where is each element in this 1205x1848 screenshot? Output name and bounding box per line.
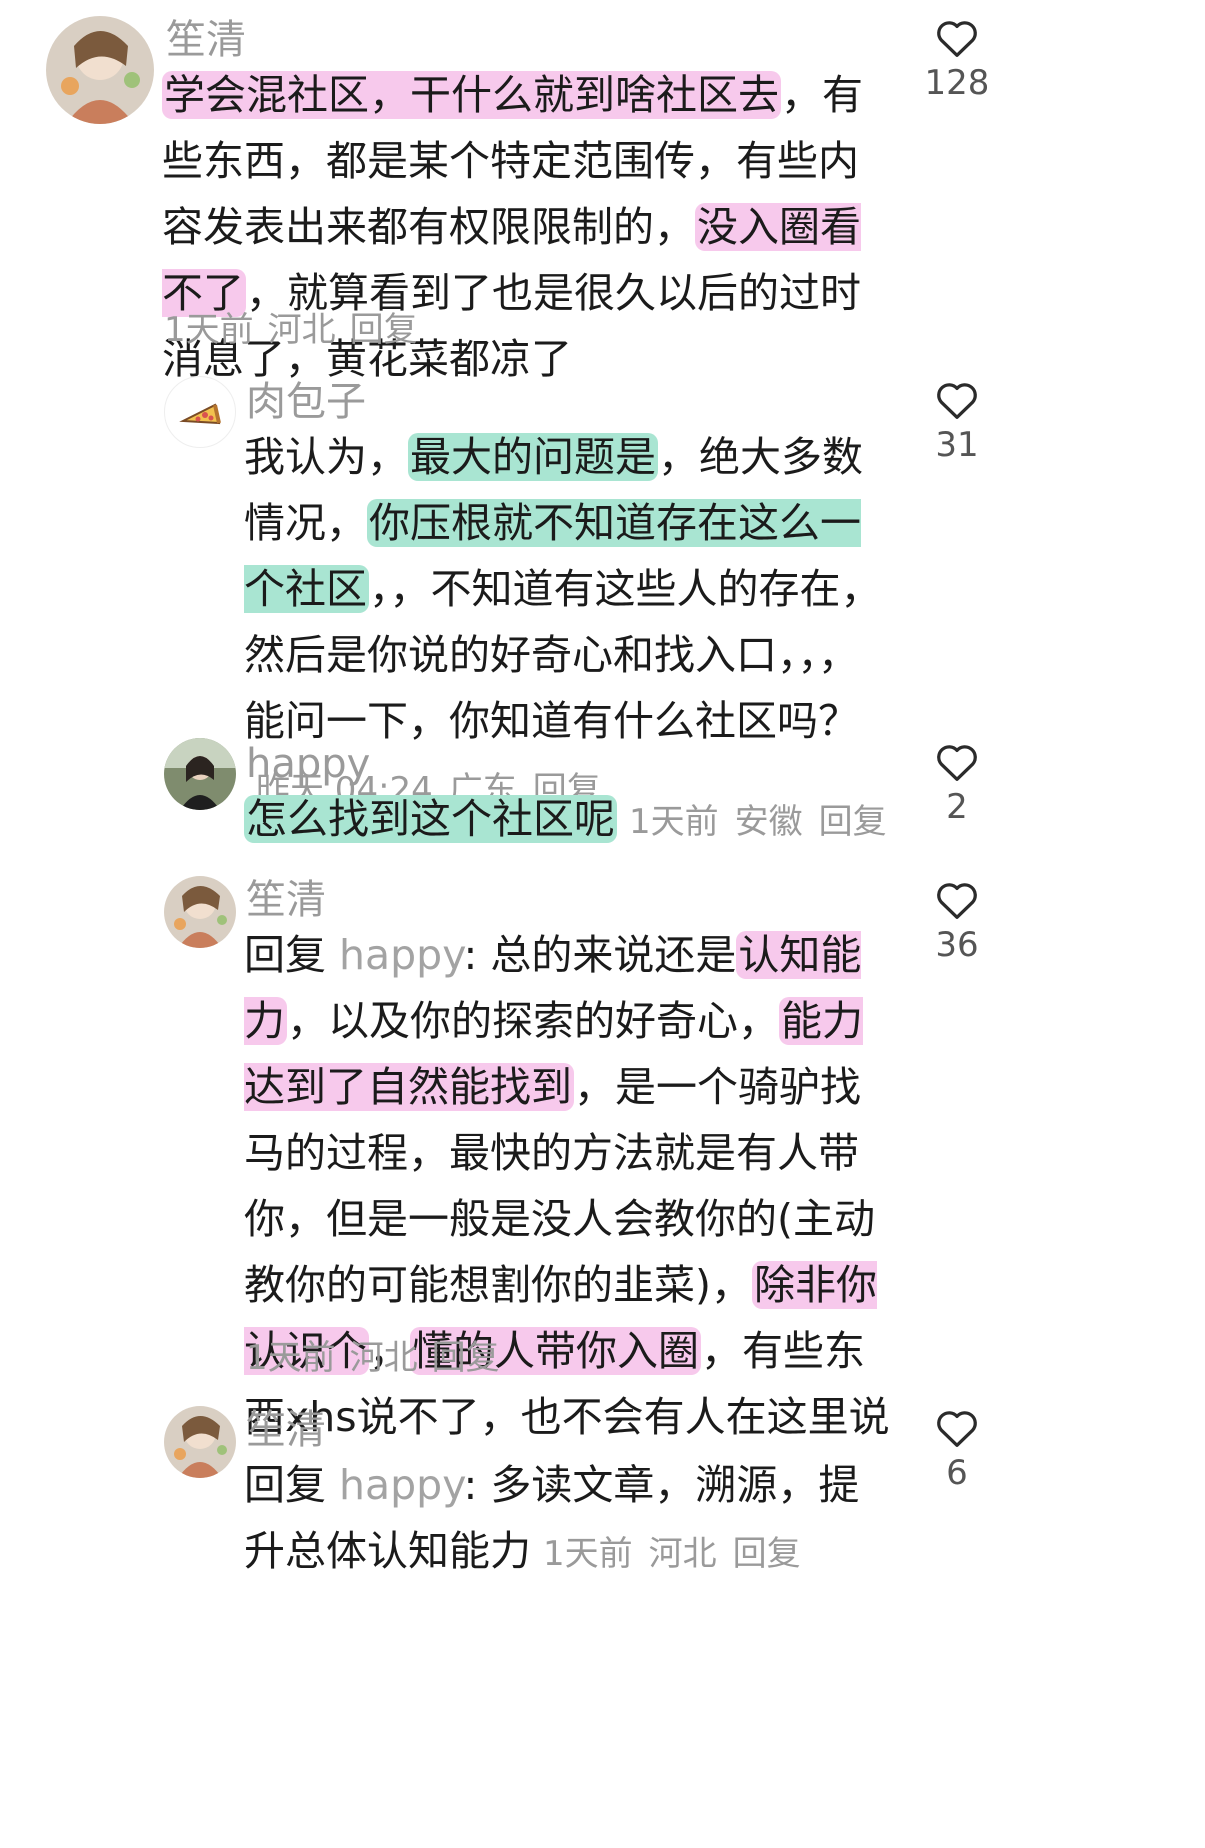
reply-button[interactable]: 回复 <box>432 1338 500 1378</box>
comment-username[interactable]: 笙清 <box>246 1410 326 1450</box>
comment-time: 1天前 <box>164 310 254 350</box>
comment-location: 河北 <box>349 1338 418 1378</box>
comment-username[interactable]: 笙清 <box>246 880 326 920</box>
comment-location: 安徽 <box>734 802 803 842</box>
comment-text-segment: ，以及你的探索的好奇心， <box>287 997 779 1045</box>
comment-text: 怎么找到这个社区呢 1天前 安徽 回复 <box>244 786 894 855</box>
comment-username[interactable]: happy <box>246 744 370 784</box>
reply-to-username[interactable]: happy <box>339 1461 463 1509</box>
reply-button[interactable]: 回复 <box>819 802 887 842</box>
like-button[interactable]: 31 <box>902 380 1012 462</box>
comment-meta: 1天前 河北 回复 <box>543 1534 801 1574</box>
like-count: 6 <box>946 1453 968 1493</box>
comment-meta: 1天前 河北 回复 <box>246 1330 500 1379</box>
like-button[interactable]: 36 <box>902 880 1012 962</box>
heart-outline-icon <box>937 745 977 781</box>
comment-time: 1天前 <box>246 1338 336 1378</box>
avatar[interactable] <box>164 738 236 810</box>
reply-button[interactable]: 回复 <box>350 310 418 350</box>
reply-prefix: 回复 <box>244 931 340 979</box>
like-count: 31 <box>935 425 979 465</box>
comment-username[interactable]: 笙清 <box>166 20 246 60</box>
heart-outline-icon <box>937 1411 977 1447</box>
reply-prefix: 回复 <box>244 1461 340 1509</box>
like-count: 128 <box>924 63 990 103</box>
like-button[interactable]: 6 <box>902 1408 1012 1490</box>
like-count: 2 <box>946 787 968 827</box>
highlighted-text: 最大的问题是 <box>408 433 658 481</box>
comment-text-segment: : 总的来说还是 <box>463 931 737 979</box>
avatar[interactable] <box>164 376 236 448</box>
comment-meta: 1天前 安徽 回复 <box>629 802 887 842</box>
like-button[interactable]: 2 <box>902 742 1012 824</box>
highlighted-text: 怎么找到这个社区呢 <box>244 795 617 843</box>
heart-outline-icon <box>937 21 977 57</box>
avatar[interactable] <box>164 876 236 948</box>
comment-meta: 1天前 河北 回复 <box>164 302 418 351</box>
like-button[interactable]: 128 <box>902 18 1012 100</box>
like-count: 36 <box>935 925 979 965</box>
comment-location: 河北 <box>648 1534 717 1574</box>
comment-time: 1天前 <box>543 1534 633 1574</box>
reply-button[interactable]: 回复 <box>733 1534 801 1574</box>
comment-location: 河北 <box>267 310 336 350</box>
comment-text-segment: 我认为， <box>244 433 408 481</box>
pizza-icon <box>179 403 221 425</box>
highlighted-text: 学会混社区，干什么就到啥社区去 <box>162 71 781 119</box>
comment-username[interactable]: 肉包子 <box>246 382 366 422</box>
comment-time: 1天前 <box>629 802 719 842</box>
reply-to-username[interactable]: happy <box>339 931 463 979</box>
heart-outline-icon <box>937 883 977 919</box>
comment-text: 回复 happy: 多读文章，溯源，提升总体认知能力 1天前 河北 回复 <box>244 1452 894 1587</box>
heart-outline-icon <box>937 383 977 419</box>
avatar[interactable] <box>46 16 154 124</box>
avatar[interactable] <box>164 1406 236 1478</box>
